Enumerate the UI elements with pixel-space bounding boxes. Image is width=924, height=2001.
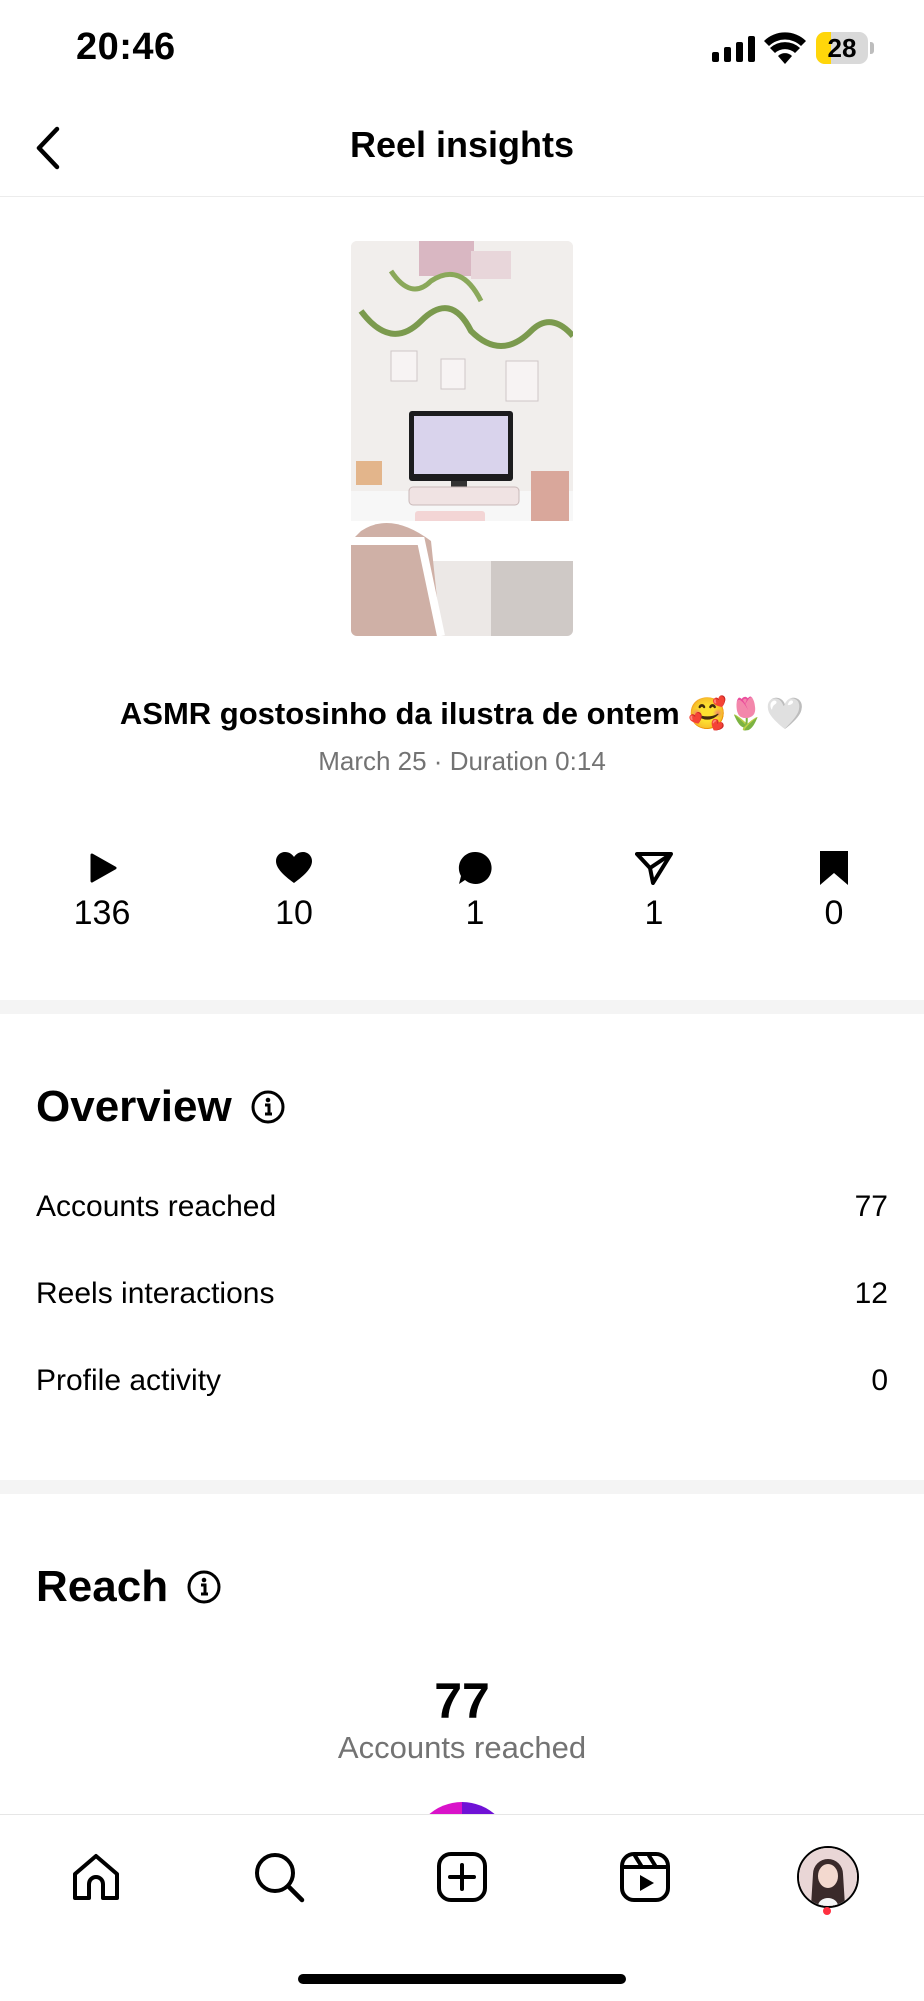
saves-stat: 0	[774, 848, 894, 933]
comment-icon	[458, 851, 492, 884]
reach-title: Reach	[36, 1562, 169, 1611]
comments-count: 1	[465, 894, 485, 932]
create-icon	[437, 1852, 487, 1902]
page-title: Reel insights	[349, 124, 575, 165]
metric-row-accounts-reached[interactable]: Accounts reached 77	[36, 1190, 888, 1230]
bottom-tab-bar	[0, 1814, 924, 2001]
play-icon	[90, 853, 117, 883]
overview-title: Overview	[36, 1082, 232, 1131]
metric-row-profile-activity[interactable]: Profile activity 0	[36, 1364, 888, 1404]
desk-setup-image	[351, 241, 573, 636]
reel-thumbnail[interactable]	[351, 241, 573, 636]
info-icon[interactable]	[250, 1089, 286, 1125]
home-indicator	[298, 1974, 626, 1984]
saves-count: 0	[824, 894, 844, 932]
notification-dot	[823, 1907, 831, 1915]
shares-count: 1	[644, 894, 664, 932]
heart-icon	[276, 852, 312, 883]
reel-meta: March 25 · Duration 0:14	[318, 746, 606, 776]
bookmark-icon	[820, 851, 848, 885]
metric-label: Profile activity	[36, 1364, 222, 1397]
section-divider	[0, 1480, 924, 1494]
reach-section-title: Reach	[36, 1562, 222, 1612]
section-divider	[0, 1000, 924, 1014]
engagement-stats: 136 10 1 1 0	[0, 848, 924, 944]
profile-avatar	[797, 1846, 859, 1908]
home-icon	[73, 1854, 119, 1900]
metric-label: Accounts reached	[36, 1190, 277, 1223]
battery-level: 28	[827, 33, 857, 63]
tab-reels[interactable]	[613, 1845, 677, 1909]
search-icon	[255, 1853, 305, 1903]
status-time: 20:46	[76, 26, 176, 68]
likes-stat: 10	[234, 848, 354, 933]
tab-home[interactable]	[64, 1845, 128, 1909]
reach-value: 77	[434, 1673, 490, 1729]
reel-caption: ASMR gostosinho da ilustra de ontem 🥰🌷🤍	[119, 696, 805, 731]
cellular-signal-icon	[712, 36, 755, 62]
metric-row-reels-interactions[interactable]: Reels interactions 12	[36, 1277, 888, 1317]
tab-profile[interactable]	[796, 1845, 860, 1909]
likes-count: 10	[275, 894, 313, 932]
overview-section-title: Overview	[36, 1082, 286, 1132]
metric-value: 0	[871, 1364, 888, 1397]
metric-label: Reels interactions	[36, 1277, 275, 1310]
header: Reel insights	[0, 100, 924, 197]
shares-stat: 1	[594, 848, 714, 933]
metric-value: 77	[854, 1190, 888, 1223]
plays-stat: 136	[42, 848, 162, 933]
wifi-icon	[764, 32, 806, 64]
plays-count: 136	[73, 894, 131, 932]
tab-search[interactable]	[247, 1845, 311, 1909]
info-icon[interactable]	[186, 1569, 222, 1605]
reels-icon	[620, 1852, 670, 1902]
comments-stat: 1	[415, 848, 535, 933]
share-icon	[635, 852, 673, 885]
battery-icon: 28	[816, 32, 874, 64]
metric-value: 12	[854, 1277, 888, 1310]
avatar-image	[799, 1848, 857, 1906]
status-bar: 20:46 28	[0, 0, 924, 100]
reach-label: Accounts reached	[337, 1730, 587, 1765]
tab-create[interactable]	[430, 1845, 494, 1909]
